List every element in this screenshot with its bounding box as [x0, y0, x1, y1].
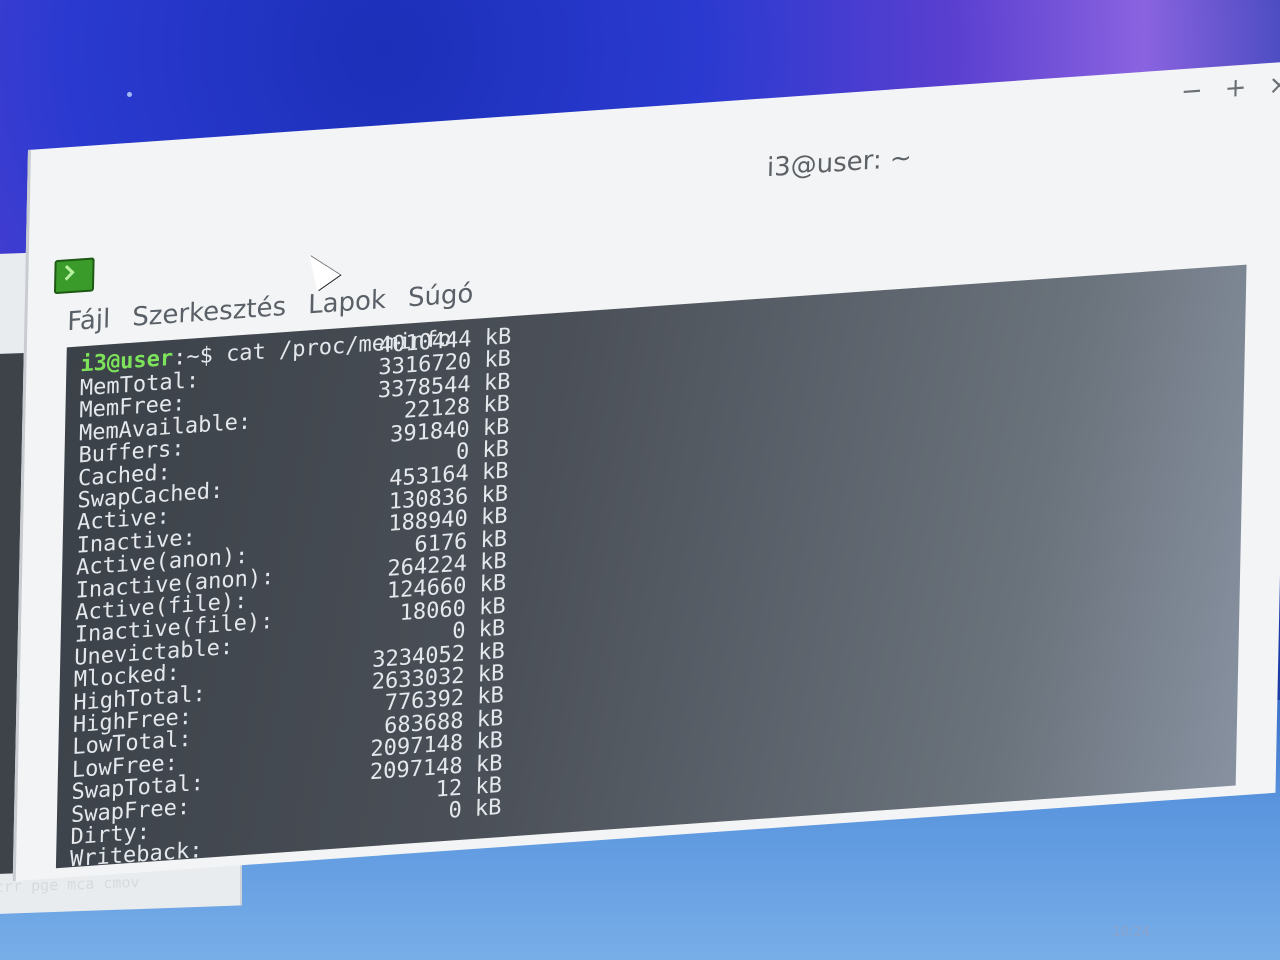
menu-tabs[interactable]: Lapok	[308, 285, 387, 321]
terminal-window[interactable]: − + × i3@user: ~ Fájl Szerkesztés Lapok …	[12, 61, 1280, 882]
terminal-output[interactable]: i3@user:~$ cat /proc/meminfo MemTotal: 40…	[55, 264, 1247, 869]
menu-help[interactable]: Súgó	[408, 279, 474, 314]
menu-edit[interactable]: Szerkesztés	[132, 292, 287, 333]
taskbar-clock: 10:24	[1112, 925, 1150, 940]
terminal-app-icon	[53, 257, 95, 295]
menu-file[interactable]: Fájl	[67, 304, 111, 337]
window-title: i3@user: ~	[766, 143, 913, 184]
background-star	[127, 92, 132, 97]
titlebar[interactable]: i3@user: ~	[30, 62, 1280, 220]
